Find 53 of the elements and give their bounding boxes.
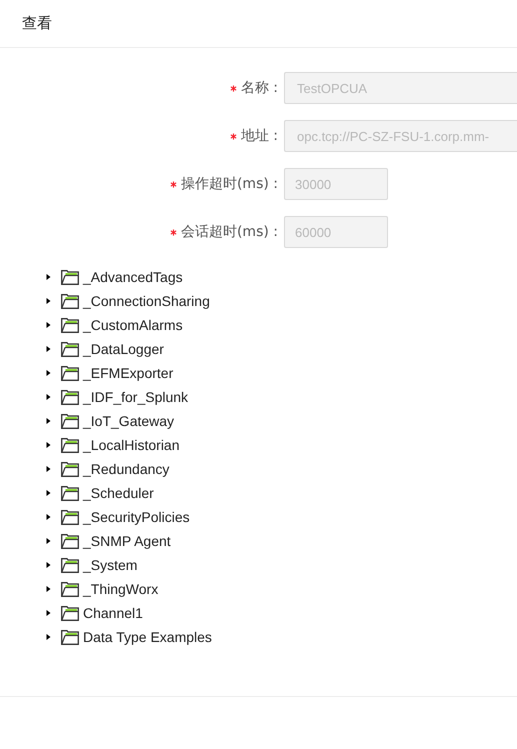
tree-item[interactable]: _SecurityPolicies <box>83 509 190 525</box>
field-label: 会话超时(ms) : <box>180 223 278 241</box>
folder-icon <box>61 438 79 452</box>
caret-icon[interactable] <box>44 465 52 473</box>
caret-icon[interactable] <box>44 537 52 545</box>
tree-item[interactable]: _IoT_Gateway <box>83 413 174 429</box>
caret-icon[interactable] <box>44 273 52 281</box>
tree-item[interactable]: Channel1 <box>83 605 143 621</box>
field-label: 操作超时(ms) : <box>180 175 278 193</box>
caret-icon[interactable] <box>44 345 52 353</box>
field-label: 名称 : <box>240 79 278 97</box>
tree-item[interactable]: _LocalHistorian <box>83 437 180 453</box>
folder-icon <box>61 390 79 404</box>
folder-icon <box>61 414 79 428</box>
caret-icon[interactable] <box>44 609 52 617</box>
caret-icon[interactable] <box>44 417 52 425</box>
folder-icon <box>61 510 79 524</box>
folder-icon <box>61 342 79 356</box>
caret-icon[interactable] <box>44 513 52 521</box>
caret-icon[interactable] <box>44 633 52 641</box>
tree-item[interactable]: _IDF_for_Splunk <box>83 389 188 405</box>
folder-icon <box>61 558 79 572</box>
tree-item[interactable]: _AdvancedTags <box>83 269 183 285</box>
caret-icon[interactable] <box>44 297 52 305</box>
caret-icon[interactable] <box>44 561 52 569</box>
tree-item[interactable]: _Redundancy <box>83 461 170 477</box>
tree-item[interactable]: _Scheduler <box>83 485 154 501</box>
folder-icon <box>61 606 79 620</box>
tree-item[interactable]: _DataLogger <box>83 341 164 357</box>
folder-icon <box>61 318 79 332</box>
folder-icon <box>61 270 79 284</box>
folder-icon <box>61 582 79 596</box>
dialog-title: 查看 <box>22 14 52 33</box>
folder-icon <box>61 366 79 380</box>
folder-icon <box>61 630 79 644</box>
tree-item[interactable]: _ConnectionSharing <box>83 293 210 309</box>
folder-icon <box>61 462 79 476</box>
tree-item[interactable]: _ThingWorx <box>83 581 158 597</box>
folder-icon <box>61 534 79 548</box>
caret-icon[interactable] <box>44 321 52 329</box>
folder-icon <box>61 486 79 500</box>
caret-icon[interactable] <box>44 441 52 449</box>
caret-icon[interactable] <box>44 369 52 377</box>
caret-icon[interactable] <box>44 489 52 497</box>
tree-item[interactable]: _System <box>83 557 138 573</box>
caret-icon[interactable] <box>44 393 52 401</box>
caret-icon[interactable] <box>44 585 52 593</box>
tree-item[interactable]: _EFMExporter <box>83 365 174 381</box>
tree-item[interactable]: _CustomAlarms <box>83 317 183 333</box>
folder-icon <box>61 294 79 308</box>
tree-item[interactable]: Data Type Examples <box>83 629 212 645</box>
field-label: 地址 : <box>240 127 278 145</box>
tree-item[interactable]: _SNMP Agent <box>83 533 171 549</box>
